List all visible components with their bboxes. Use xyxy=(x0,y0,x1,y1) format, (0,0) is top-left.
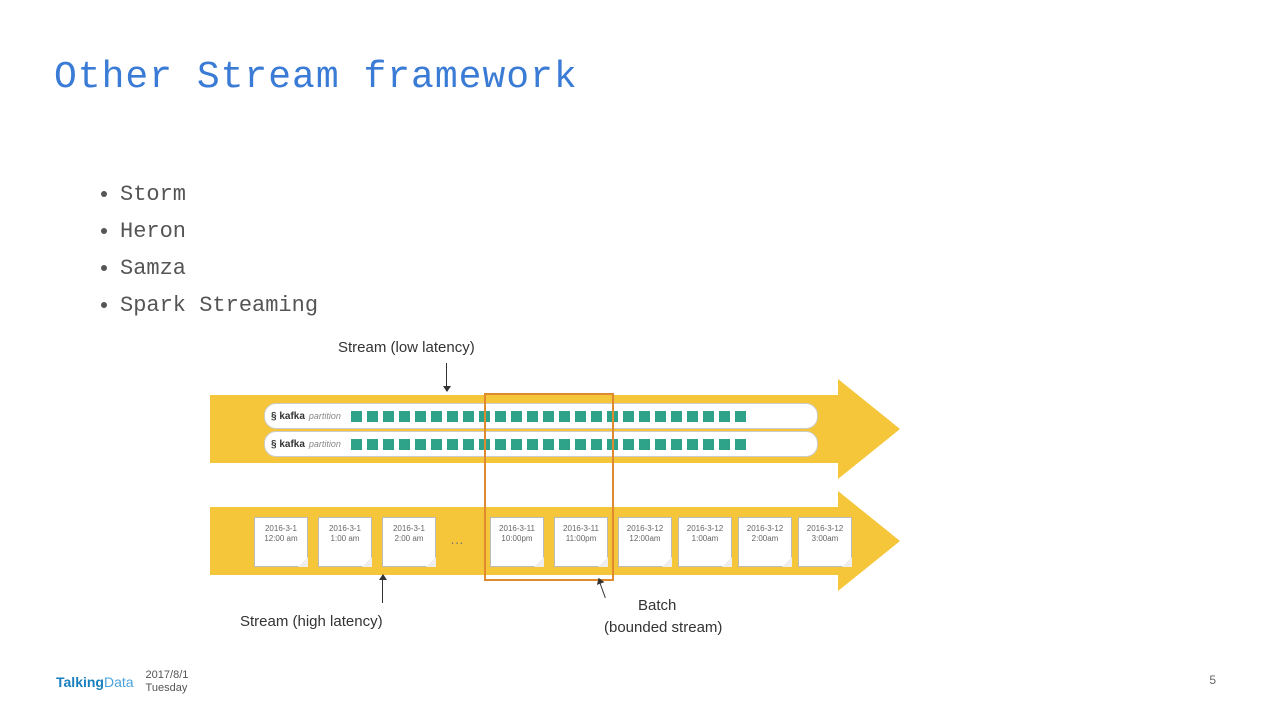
partition-label: partition xyxy=(309,411,341,421)
slide-title: Other Stream framework xyxy=(54,56,578,99)
stream-batch-diagram: Stream (low latency) § kafka partition §… xyxy=(210,335,910,655)
arrow-head-icon xyxy=(838,379,900,479)
bounded-stream-highlight xyxy=(484,393,614,581)
batch-card: 2016-3-121:00am xyxy=(678,517,732,567)
bullet-item: Storm xyxy=(120,182,318,207)
kafka-logo: § kafka xyxy=(271,439,305,450)
ellipsis: … xyxy=(450,531,464,547)
brand-logo: TalkingData xyxy=(56,674,134,690)
batch-sublabel: (bounded stream) xyxy=(604,619,722,636)
pointer-line xyxy=(382,575,383,603)
bullet-item: Samza xyxy=(120,256,318,281)
bullet-item: Heron xyxy=(120,219,318,244)
batch-card: 2016-3-122:00am xyxy=(738,517,792,567)
batch-card: 2016-3-1212:00am xyxy=(618,517,672,567)
slide-footer: TalkingData 2017/8/1 Tuesday xyxy=(56,669,188,695)
stream-high-latency-label: Stream (high latency) xyxy=(240,613,383,630)
footer-date: 2017/8/1 Tuesday xyxy=(146,669,189,695)
stream-low-latency-label: Stream (low latency) xyxy=(338,339,475,356)
partition-label: partition xyxy=(309,439,341,449)
batch-card: 2016-3-12:00 am xyxy=(382,517,436,567)
pointer-line xyxy=(446,363,447,391)
pointer-line xyxy=(598,579,606,598)
bullet-list: Storm Heron Samza Spark Streaming xyxy=(56,182,318,330)
batch-card: 2016-3-11:00 am xyxy=(318,517,372,567)
batch-card: 2016-3-123:00am xyxy=(798,517,852,567)
page-number: 5 xyxy=(1209,673,1216,687)
kafka-logo: § kafka xyxy=(271,411,305,422)
batch-label: Batch xyxy=(638,597,676,614)
batch-card: 2016-3-112:00 am xyxy=(254,517,308,567)
bullet-item: Spark Streaming xyxy=(120,293,318,318)
